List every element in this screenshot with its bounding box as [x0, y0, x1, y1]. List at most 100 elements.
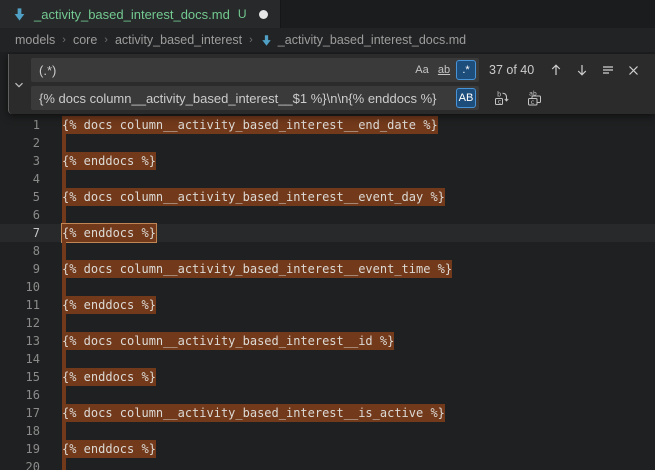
editor-line[interactable]: 17{% docs column__activity_based_interes… — [0, 404, 655, 422]
find-match: {% docs column__activity_based_interest_… — [62, 332, 394, 350]
find-match: {% enddocs %} — [62, 296, 156, 314]
replace-one-button[interactable]: b c — [492, 89, 511, 108]
editor-line[interactable]: 2 — [0, 134, 655, 152]
line-content[interactable] — [62, 170, 66, 188]
editor-line[interactable]: 7 {% enddocs %} — [0, 224, 655, 242]
tab-bar: _activity_based_interest_docs.md U — [0, 0, 655, 28]
breadcrumb-activity-based-interest[interactable]: activity_based_interest — [115, 33, 242, 47]
editor-line[interactable]: 1{% docs column__activity_based_interest… — [0, 116, 655, 134]
line-number: 16 — [0, 386, 40, 404]
whole-word-button[interactable]: ab — [434, 60, 454, 80]
close-find-button[interactable] — [624, 61, 643, 80]
editor-line[interactable]: 10 — [0, 278, 655, 296]
find-match: {% docs column__activity_based_interest_… — [62, 260, 452, 278]
empty-line-find-match — [62, 134, 66, 152]
editor-line[interactable]: 14 — [0, 350, 655, 368]
line-number: 12 — [0, 314, 40, 332]
preserve-case-button[interactable]: AB — [456, 88, 476, 108]
editor[interactable]: (.*) Aa ab .* 37 of 40 — [0, 52, 655, 470]
breadcrumb-separator: › — [249, 34, 253, 46]
regex-button[interactable]: .* — [456, 60, 476, 80]
line-number: 7 — [0, 224, 40, 242]
find-input[interactable]: (.*) Aa ab .* — [31, 58, 479, 82]
line-number: 11 — [0, 296, 40, 314]
find-match: {% docs column__activity_based_interest_… — [62, 116, 438, 134]
editor-line[interactable]: 18 — [0, 422, 655, 440]
line-number: 8 — [0, 242, 40, 260]
line-content[interactable]: {% enddocs %} — [62, 224, 156, 242]
editor-line[interactable]: 16 — [0, 386, 655, 404]
editor-line[interactable]: 5 {% docs column__activity_based_interest… — [0, 188, 655, 206]
editor-line[interactable]: 11 {% enddocs %} — [0, 296, 655, 314]
editor-line[interactable]: 19 {% enddocs %} — [0, 440, 655, 458]
breadcrumb-separator: › — [104, 34, 108, 46]
line-content[interactable]: {% enddocs %} — [62, 440, 156, 458]
line-number: 9 — [0, 260, 40, 278]
tab-filename: _activity_based_interest_docs.md — [34, 7, 230, 22]
line-content[interactable]: {% enddocs %} — [62, 152, 156, 170]
next-match-button[interactable] — [572, 61, 591, 80]
markdown-file-icon — [260, 34, 273, 47]
empty-line-find-match — [62, 386, 66, 404]
unsaved-changes-dot[interactable] — [259, 10, 268, 19]
line-content[interactable] — [62, 242, 66, 260]
empty-line-find-match — [62, 170, 66, 188]
svg-text:c: c — [530, 98, 534, 106]
markdown-file-icon — [12, 7, 27, 22]
previous-match-button[interactable] — [546, 61, 565, 80]
line-content[interactable]: {% docs column__activity_based_interest_… — [62, 260, 452, 278]
line-content[interactable] — [62, 458, 66, 470]
line-content[interactable] — [62, 350, 66, 368]
line-content[interactable] — [62, 134, 66, 152]
replace-all-button[interactable]: ab c — [524, 89, 543, 108]
find-in-selection-button[interactable] — [598, 61, 617, 80]
replace-input[interactable]: {% docs column__activity_based_interest_… — [31, 86, 479, 110]
editor-line[interactable]: 15 {% enddocs %} — [0, 368, 655, 386]
editor-line[interactable]: 20 — [0, 458, 655, 470]
line-content[interactable]: {% docs column__activity_based_interest_… — [62, 116, 438, 134]
line-content[interactable]: {% enddocs %} — [62, 296, 156, 314]
line-content[interactable]: {% enddocs %} — [62, 368, 156, 386]
line-content[interactable] — [62, 314, 66, 332]
match-count: 37 of 40 — [489, 63, 534, 77]
line-number: 4 — [0, 170, 40, 188]
git-status-badge: U — [238, 7, 247, 21]
breadcrumb-file[interactable]: _activity_based_interest_docs.md — [260, 33, 466, 47]
current-find-match: {% enddocs %} — [62, 224, 156, 242]
breadcrumb-file-label: _activity_based_interest_docs.md — [278, 33, 466, 47]
editor-line[interactable]: 6 — [0, 206, 655, 224]
line-number: 10 — [0, 278, 40, 296]
empty-line-find-match — [62, 458, 66, 470]
editor-line[interactable]: 3 {% enddocs %} — [0, 152, 655, 170]
breadcrumb-separator: › — [62, 34, 66, 46]
empty-line-find-match — [62, 350, 66, 368]
editor-lines[interactable]: 1{% docs column__activity_based_interest… — [0, 116, 655, 470]
toggle-replace-button[interactable] — [10, 76, 28, 94]
find-row: (.*) Aa ab .* 37 of 40 — [31, 58, 655, 82]
line-content[interactable] — [62, 386, 66, 404]
line-number: 15 — [0, 368, 40, 386]
line-content[interactable] — [62, 278, 66, 296]
line-number: 18 — [0, 422, 40, 440]
breadcrumb-models[interactable]: models — [15, 33, 55, 47]
line-number: 3 — [0, 152, 40, 170]
match-case-button[interactable]: Aa — [412, 60, 432, 80]
tab-activity-based-interest-docs[interactable]: _activity_based_interest_docs.md U — [0, 0, 281, 28]
line-content[interactable]: {% docs column__activity_based_interest_… — [62, 404, 445, 422]
editor-line[interactable]: 8 — [0, 242, 655, 260]
line-number: 6 — [0, 206, 40, 224]
editor-line[interactable]: 9 {% docs column__activity_based_interest… — [0, 260, 655, 278]
line-content[interactable]: {% docs column__activity_based_interest_… — [62, 188, 445, 206]
line-content[interactable] — [62, 206, 66, 224]
editor-line[interactable]: 12 — [0, 314, 655, 332]
empty-line-find-match — [62, 314, 66, 332]
editor-line[interactable]: 4 — [0, 170, 655, 188]
editor-line[interactable]: 13{% docs column__activity_based_interes… — [0, 332, 655, 350]
line-content[interactable] — [62, 422, 66, 440]
line-number: 19 — [0, 440, 40, 458]
replace-row: {% docs column__activity_based_interest_… — [31, 86, 655, 110]
line-number: 5 — [0, 188, 40, 206]
breadcrumb-core[interactable]: core — [73, 33, 97, 47]
breadcrumb: models › core › activity_based_interest … — [0, 28, 655, 52]
line-content[interactable]: {% docs column__activity_based_interest_… — [62, 332, 394, 350]
